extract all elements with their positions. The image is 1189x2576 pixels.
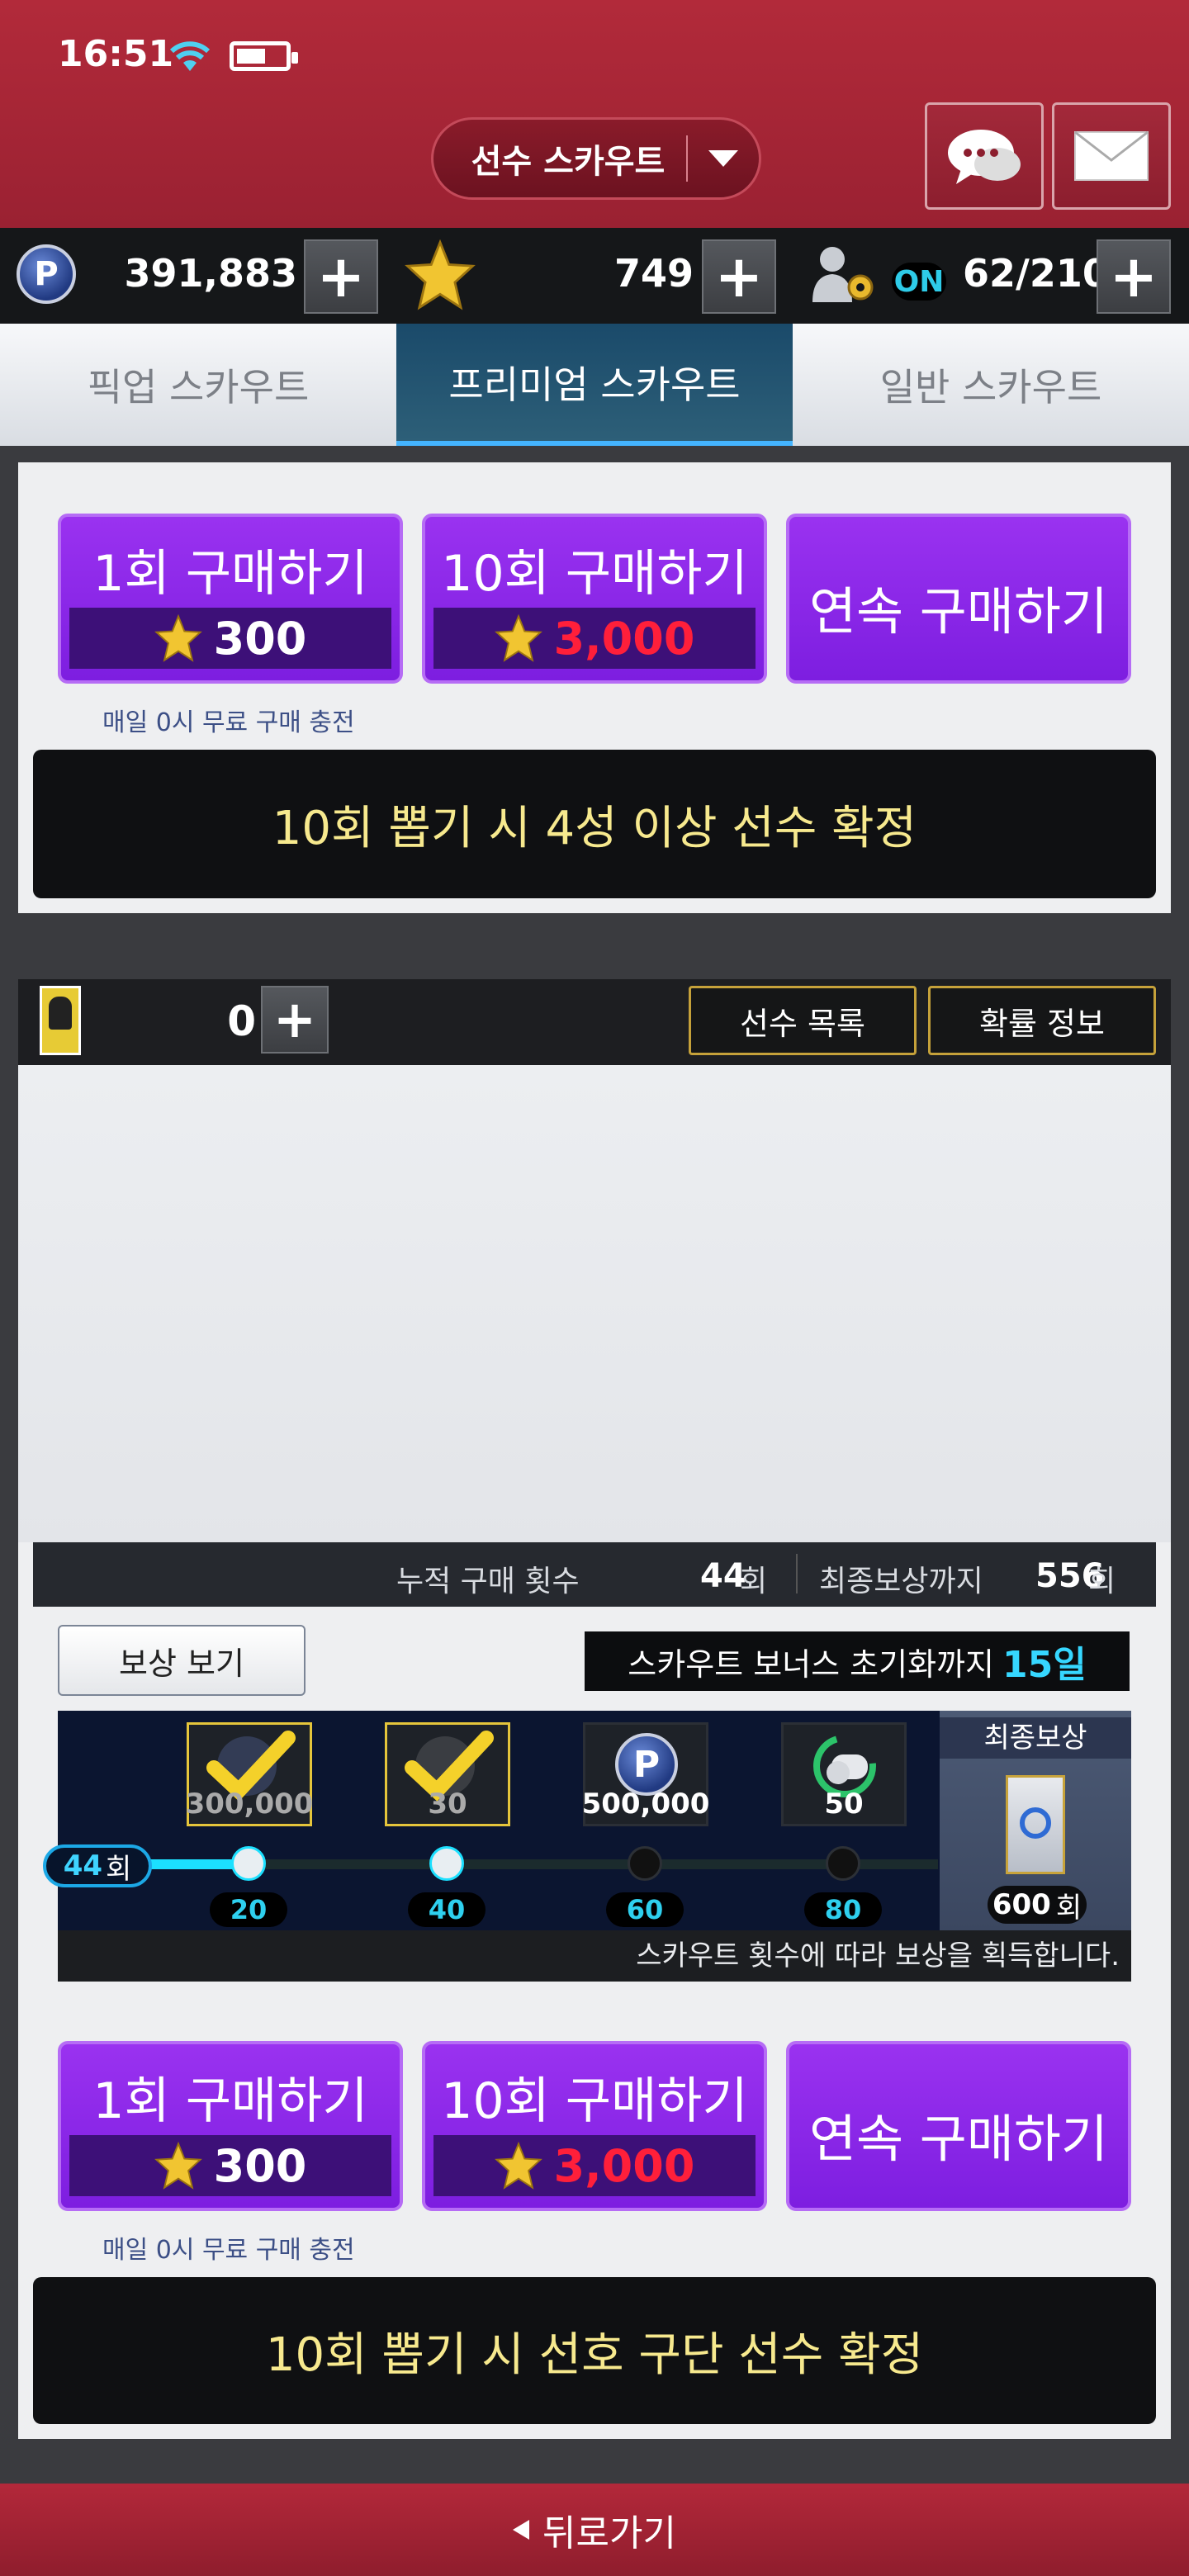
mail-icon bbox=[1074, 130, 1149, 181]
star-icon bbox=[494, 2142, 542, 2190]
reward-note: 스카우트 횟수에 따라 보상을 획득합니다. bbox=[58, 1930, 1131, 1982]
reward-amount: 300,000 bbox=[185, 1788, 314, 1821]
buy-once-button[interactable]: 1회 구매하기 300 bbox=[58, 2041, 403, 2211]
reward-tile-whistle-1[interactable]: 30 bbox=[385, 1722, 510, 1826]
players-count: 62/210 bbox=[963, 251, 1109, 296]
bonus-reset-label: 스카우트 보너스 초기화까지 bbox=[628, 1646, 994, 1683]
buy-once-button[interactable]: 1회 구매하기 300 bbox=[58, 514, 403, 684]
final-reward-label: 최종보상까지 bbox=[819, 1565, 983, 1598]
price-tag: 3,000 bbox=[433, 2135, 756, 2196]
status-time: 16:51 bbox=[58, 33, 174, 75]
reward-tile-whistle-2[interactable]: 50 bbox=[781, 1722, 907, 1826]
player-card-icon bbox=[40, 986, 81, 1055]
guarantee-banner: 10회 뽑기 시 선호 구단 선수 확정 bbox=[33, 2277, 1156, 2424]
buy-ten-label: 10회 구매하기 bbox=[441, 545, 748, 603]
tab-premium-scout[interactable]: 프리미엄 스카우트 bbox=[396, 324, 793, 446]
price-tag: 3,000 bbox=[433, 608, 756, 669]
buy-once-label: 1회 구매하기 bbox=[92, 2072, 368, 2130]
reward-amount: 50 bbox=[824, 1788, 864, 1821]
battery-icon bbox=[230, 41, 298, 71]
auto-toggle[interactable]: ON bbox=[892, 263, 946, 301]
view-rewards-button[interactable]: 보상 보기 bbox=[58, 1625, 306, 1696]
free-refill-note: 매일 0시 무료 구매 충전 bbox=[102, 708, 355, 737]
buy-continuous-label: 연속 구매하기 bbox=[809, 2109, 1108, 2169]
player-preview-area bbox=[18, 1065, 1171, 1542]
back-arrow-icon bbox=[513, 2520, 530, 2540]
buy-once-price: 300 bbox=[213, 612, 307, 665]
tab-normal-scout[interactable]: 일반 스카우트 bbox=[793, 324, 1189, 446]
scout-tabs: 픽업 스카우트 프리미엄 스카우트 일반 스카우트 bbox=[0, 324, 1189, 446]
player-settings-icon[interactable] bbox=[809, 244, 883, 304]
purchase-count-unit: 회 bbox=[740, 1565, 768, 1598]
buy-once-label: 1회 구매하기 bbox=[92, 545, 368, 603]
price-tag: 300 bbox=[69, 2135, 391, 2196]
scout-type-dropdown[interactable]: 선수 스카우트 bbox=[431, 117, 761, 200]
tab-pickup-scout[interactable]: 픽업 스카우트 bbox=[0, 324, 396, 446]
player-list-button[interactable]: 선수 목록 bbox=[689, 986, 917, 1055]
star-icon bbox=[154, 2142, 202, 2190]
star-icon bbox=[154, 614, 202, 662]
final-reward-unit: 회 bbox=[1088, 1565, 1116, 1598]
buy-once-price: 300 bbox=[213, 2139, 307, 2192]
back-button[interactable]: 뒤로가기 bbox=[0, 2484, 1189, 2576]
points-coin-icon: P bbox=[615, 1733, 678, 1796]
stars-amount: 749 bbox=[613, 251, 694, 296]
buy-continuous-label: 연속 구매하기 bbox=[809, 581, 1108, 642]
star-icon bbox=[494, 614, 542, 662]
current-count-pill: 44 회 bbox=[43, 1844, 152, 1887]
milestone-label: 60 bbox=[606, 1892, 684, 1927]
add-stars-button[interactable]: + bbox=[702, 239, 776, 314]
points-coin-icon: P bbox=[17, 244, 76, 304]
buy-ten-button[interactable]: 10회 구매하기 3,000 bbox=[422, 514, 767, 684]
milestone-node bbox=[231, 1846, 266, 1881]
purchase-count-bar: 누적 구매 횟수 44 회 최종보상까지 556 회 bbox=[33, 1542, 1156, 1607]
buy-continuous-button[interactable]: 연속 구매하기 bbox=[786, 2041, 1131, 2211]
add-ticket-button[interactable]: + bbox=[261, 986, 329, 1054]
purchase-count-label: 누적 구매 횟수 bbox=[396, 1565, 580, 1598]
currency-bar: 391,883 749 62/210 bbox=[0, 228, 1189, 324]
final-reward-title: 최종보상 bbox=[940, 1717, 1131, 1759]
chat-button[interactable] bbox=[925, 102, 1044, 210]
milestone-label: 80 bbox=[804, 1892, 882, 1927]
final-reward-count: 600 회 bbox=[988, 1886, 1087, 1925]
milestone-label: 40 bbox=[408, 1892, 486, 1927]
milestone-node bbox=[628, 1846, 662, 1881]
points-amount: 391,883 bbox=[124, 251, 297, 296]
star-icon bbox=[405, 239, 476, 310]
wifi-icon bbox=[169, 41, 211, 71]
page-title: 선수 스카우트 bbox=[471, 143, 666, 181]
player-card-icon bbox=[1006, 1775, 1065, 1874]
milestone-node bbox=[826, 1846, 860, 1881]
free-refill-note: 매일 0시 무료 구매 충전 bbox=[102, 2236, 355, 2265]
reward-tile-points-2[interactable]: P 500,000 bbox=[581, 1722, 710, 1826]
buy-ten-label: 10회 구매하기 bbox=[441, 2072, 748, 2130]
milestone-node bbox=[429, 1846, 464, 1881]
final-reward[interactable]: 최종보상 600 회 bbox=[940, 1711, 1131, 1930]
buy-ten-price: 3,000 bbox=[553, 612, 695, 665]
price-tag: 300 bbox=[69, 608, 391, 669]
buy-continuous-button[interactable]: 연속 구매하기 bbox=[786, 514, 1131, 684]
add-player-slots-button[interactable]: + bbox=[1097, 239, 1171, 314]
ticket-count: 0 bbox=[227, 997, 256, 1045]
reward-amount: 500,000 bbox=[581, 1788, 710, 1821]
chevron-down-icon bbox=[688, 150, 759, 167]
back-label: 뒤로가기 bbox=[542, 2512, 676, 2555]
add-points-button[interactable]: + bbox=[304, 239, 378, 314]
buy-ten-price: 3,000 bbox=[553, 2139, 695, 2192]
bonus-reset-days: 15일 bbox=[1002, 1644, 1087, 1686]
bonus-reset-timer: 스카우트 보너스 초기화까지 15일 bbox=[585, 1631, 1130, 1691]
chat-icon bbox=[948, 130, 1021, 184]
mail-button[interactable] bbox=[1052, 102, 1171, 210]
guarantee-banner: 10회 뽑기 시 4성 이상 선수 확정 bbox=[33, 750, 1156, 898]
milestone-label: 20 bbox=[210, 1892, 287, 1927]
reward-tile-points-1[interactable]: 300,000 bbox=[185, 1722, 314, 1826]
probability-info-button[interactable]: 확률 정보 bbox=[928, 986, 1156, 1055]
reward-amount: 30 bbox=[428, 1788, 467, 1821]
buy-ten-button[interactable]: 10회 구매하기 3,000 bbox=[422, 2041, 767, 2211]
